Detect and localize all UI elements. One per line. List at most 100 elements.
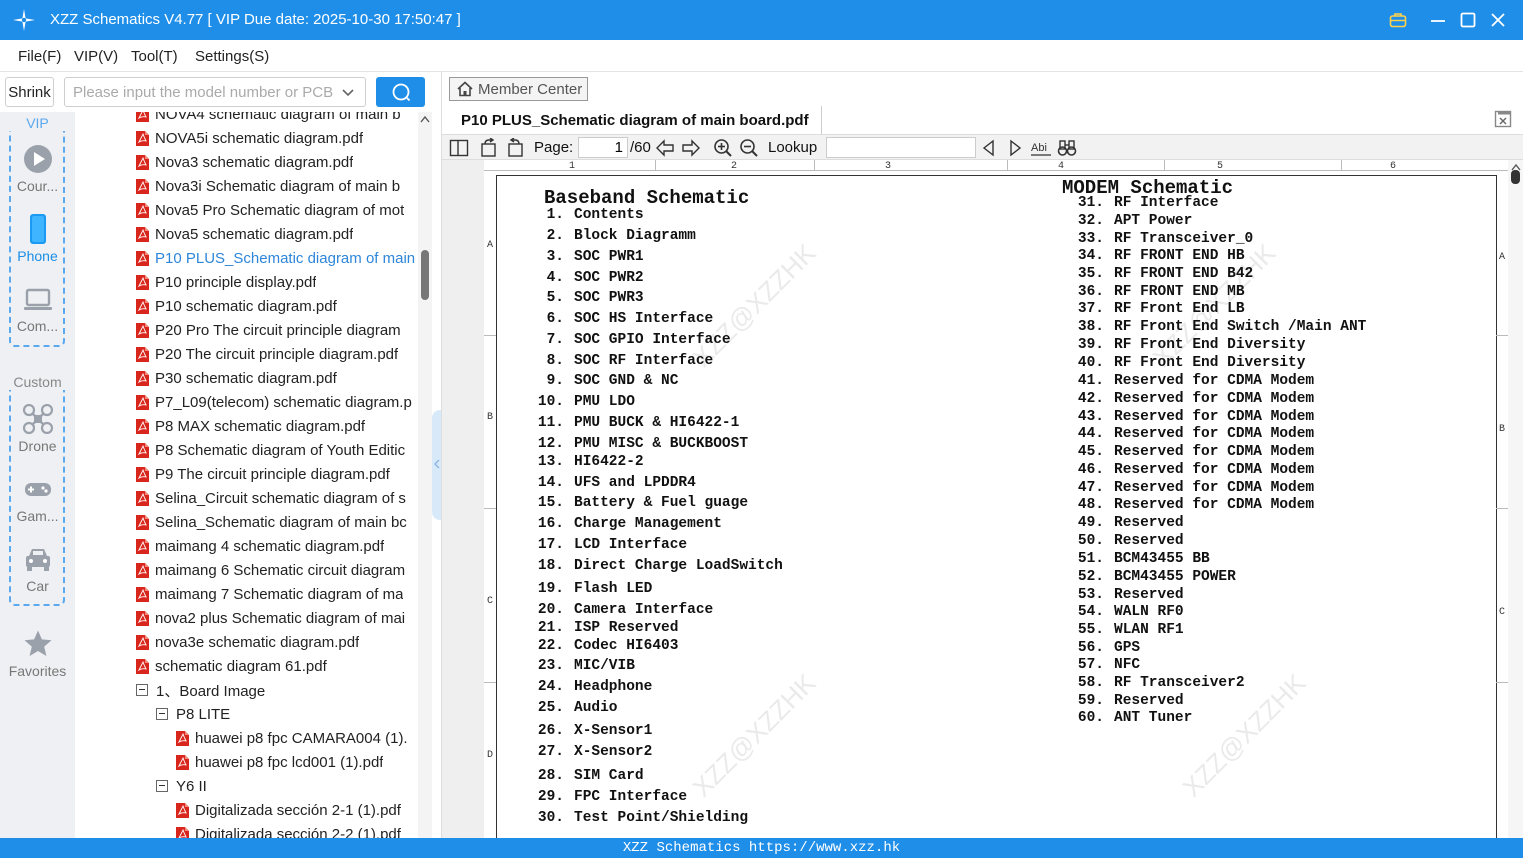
- tree-file-item[interactable]: NOVA4 schematic diagram of main b: [136, 112, 418, 126]
- menu-file[interactable]: File(F): [18, 48, 61, 65]
- tree-file-item[interactable]: Nova5 schematic diagram.pdf: [136, 222, 418, 246]
- binoculars-icon[interactable]: [1057, 138, 1077, 158]
- pdf-toolbar: Page: /60 Lookup Abi: [442, 134, 1523, 160]
- collapse-toggle-icon[interactable]: [156, 708, 168, 720]
- close-button[interactable]: [1486, 8, 1510, 32]
- baseband-contents-entry: 29. FPC Interface: [526, 789, 687, 805]
- entry-title: Reserved for CDMA Modem: [1114, 462, 1315, 478]
- zoom-in-icon[interactable]: [713, 138, 733, 158]
- menu-settings[interactable]: Settings(S): [195, 48, 269, 65]
- nav-games[interactable]: Gam...: [0, 474, 75, 540]
- tree-file-item[interactable]: maimang 7 Schematic diagram of ma: [136, 582, 418, 606]
- next-page-arrow-icon[interactable]: [681, 138, 701, 158]
- tree-scrollbar[interactable]: [418, 112, 432, 838]
- viewer-scrollbar[interactable]: [1508, 160, 1523, 838]
- briefcase-icon[interactable]: [1386, 8, 1410, 32]
- play-circle-icon: [23, 145, 52, 173]
- tree-file-item[interactable]: P9 The circuit principle diagram.pdf: [136, 462, 418, 486]
- search-button[interactable]: [376, 77, 425, 107]
- tree-file-item[interactable]: Selina_Schematic diagram of main bc: [136, 510, 418, 534]
- tree-file-item[interactable]: Nova5 Pro Schematic diagram of mot: [136, 198, 418, 222]
- baseband-contents-entry: 4. SOC PWR2: [526, 270, 644, 286]
- tree-file-item[interactable]: Selina_Circuit schematic diagram of s: [136, 486, 418, 510]
- chevron-down-icon[interactable]: [340, 84, 356, 100]
- collapse-toggle-icon[interactable]: [156, 780, 168, 792]
- pdf-file-icon: [176, 826, 189, 838]
- column-number: 3: [885, 161, 892, 172]
- tree-scrollbar-thumb[interactable]: [421, 250, 429, 300]
- tree-file-item[interactable]: nova3e schematic diagram.pdf: [136, 630, 418, 654]
- entry-number: 34.: [1077, 248, 1104, 264]
- pdf-file-icon: [136, 538, 149, 554]
- tree-file-item[interactable]: P7_L09(telecom) schematic diagram.p: [136, 390, 418, 414]
- tree-file-label: P10 principle display.pdf: [155, 273, 317, 291]
- tree-file-item[interactable]: P10 schematic diagram.pdf: [136, 294, 418, 318]
- tree-folder-item[interactable]: 1、Board Image: [136, 678, 418, 702]
- row-letter: C: [487, 596, 494, 607]
- tree-file-label: schematic diagram 61.pdf: [155, 657, 327, 675]
- entry-title: Flash LED: [574, 581, 653, 597]
- tree-file-item[interactable]: P10 principle display.pdf: [136, 270, 418, 294]
- nav-courses[interactable]: Cour...: [0, 144, 75, 210]
- tree-file-item[interactable]: P8 MAX schematic diagram.pdf: [136, 414, 418, 438]
- shrink-button[interactable]: Shrink: [5, 77, 54, 107]
- tree-file-item[interactable]: Digitalizada sección 2-2 (1).pdf: [176, 822, 418, 838]
- find-next-icon[interactable]: [1005, 138, 1025, 158]
- nav-drone[interactable]: Drone: [0, 404, 75, 470]
- tree-file-item[interactable]: huawei p8 fpc lcd001 (1).pdf: [176, 750, 418, 774]
- pdf-file-icon: [176, 754, 189, 770]
- entry-title: Headphone: [574, 679, 653, 695]
- search-input[interactable]: [64, 77, 366, 107]
- tree-file-item[interactable]: Digitalizada sección 2-1 (1).pdf: [176, 798, 418, 822]
- tree-file-label: Nova3i Schematic diagram of main b: [155, 177, 401, 195]
- tree-file-item[interactable]: maimang 4 schematic diagram.pdf: [136, 534, 418, 558]
- close-tab-icon[interactable]: [1494, 110, 1512, 128]
- menu-tool[interactable]: Tool(T): [131, 48, 178, 65]
- tree-folder-item[interactable]: P8 LITE: [156, 702, 418, 726]
- rotate-left-icon[interactable]: [479, 138, 499, 158]
- tree-file-item[interactable]: P20 The circuit principle diagram.pdf: [136, 342, 418, 366]
- tree-file-item[interactable]: schematic diagram 61.pdf: [136, 654, 418, 678]
- zoom-out-icon[interactable]: [739, 138, 759, 158]
- find-previous-icon[interactable]: [979, 138, 999, 158]
- entry-title: Reserved for CDMA Modem: [1114, 480, 1315, 496]
- pdf-viewer[interactable]: 1 2 3 4 5 6 A B C D A B C XZZ@XZZHK XZZ@…: [442, 160, 1508, 838]
- viewer-scrollbar-thumb[interactable]: [1511, 170, 1520, 184]
- svg-text:Abi: Abi: [1031, 142, 1047, 154]
- tree-file-item[interactable]: P20 Pro The circuit principle diagram: [136, 318, 418, 342]
- member-center-button[interactable]: Member Center: [449, 77, 588, 101]
- nav-phone[interactable]: Phone: [0, 214, 75, 280]
- minimize-button[interactable]: [1426, 8, 1450, 32]
- page-number-input[interactable]: [578, 137, 628, 158]
- menu-vip[interactable]: VIP(V): [74, 48, 118, 65]
- nav-computer[interactable]: Com...: [0, 284, 75, 350]
- tree-file-item[interactable]: maimang 6 Schematic circuit diagram: [136, 558, 418, 582]
- entry-number: 32.: [1077, 213, 1104, 229]
- tree-file-item[interactable]: P30 schematic diagram.pdf: [136, 366, 418, 390]
- baseband-contents-entry: 30. Test Point/Shielding: [526, 810, 748, 826]
- document-tab[interactable]: P10 PLUS_Schematic diagram of main board…: [449, 106, 822, 134]
- tree-file-item[interactable]: NOVA5i schematic diagram.pdf: [136, 126, 418, 150]
- tree-file-item[interactable]: Nova3i Schematic diagram of main b: [136, 174, 418, 198]
- nav-car[interactable]: Car: [0, 544, 75, 610]
- sidebar-toggle-icon[interactable]: [449, 138, 469, 158]
- entry-title: RF Transceiver2: [1114, 675, 1245, 691]
- entry-number: 4.: [546, 270, 564, 286]
- tree-file-item[interactable]: huawei p8 fpc CAMARA004 (1).: [176, 726, 418, 750]
- baseband-contents-entry: 24. Headphone: [526, 679, 652, 695]
- maximize-button[interactable]: [1456, 8, 1480, 32]
- rotate-right-icon[interactable]: [505, 138, 525, 158]
- match-case-icon[interactable]: Abi: [1031, 138, 1051, 158]
- nav-favorites[interactable]: Favorites: [0, 629, 75, 695]
- tree-file-item[interactable]: P8 Schematic diagram of Youth Editic: [136, 438, 418, 462]
- entry-title: SOC GND & NC: [574, 373, 679, 389]
- collapse-toggle-icon[interactable]: [136, 684, 148, 696]
- tree-folder-item[interactable]: Y6 II: [156, 774, 418, 798]
- scroll-up-icon[interactable]: [420, 115, 430, 123]
- tree-file-item[interactable]: P10 PLUS_Schematic diagram of main: [136, 246, 418, 270]
- tree-file-item[interactable]: Nova3 schematic diagram.pdf: [136, 150, 418, 174]
- previous-page-arrow-icon[interactable]: [655, 138, 675, 158]
- modem-contents-entry: 37. RF Front End LB: [1066, 301, 1245, 317]
- tree-file-item[interactable]: nova2 plus Schematic diagram of mai: [136, 606, 418, 630]
- lookup-input[interactable]: [826, 137, 976, 158]
